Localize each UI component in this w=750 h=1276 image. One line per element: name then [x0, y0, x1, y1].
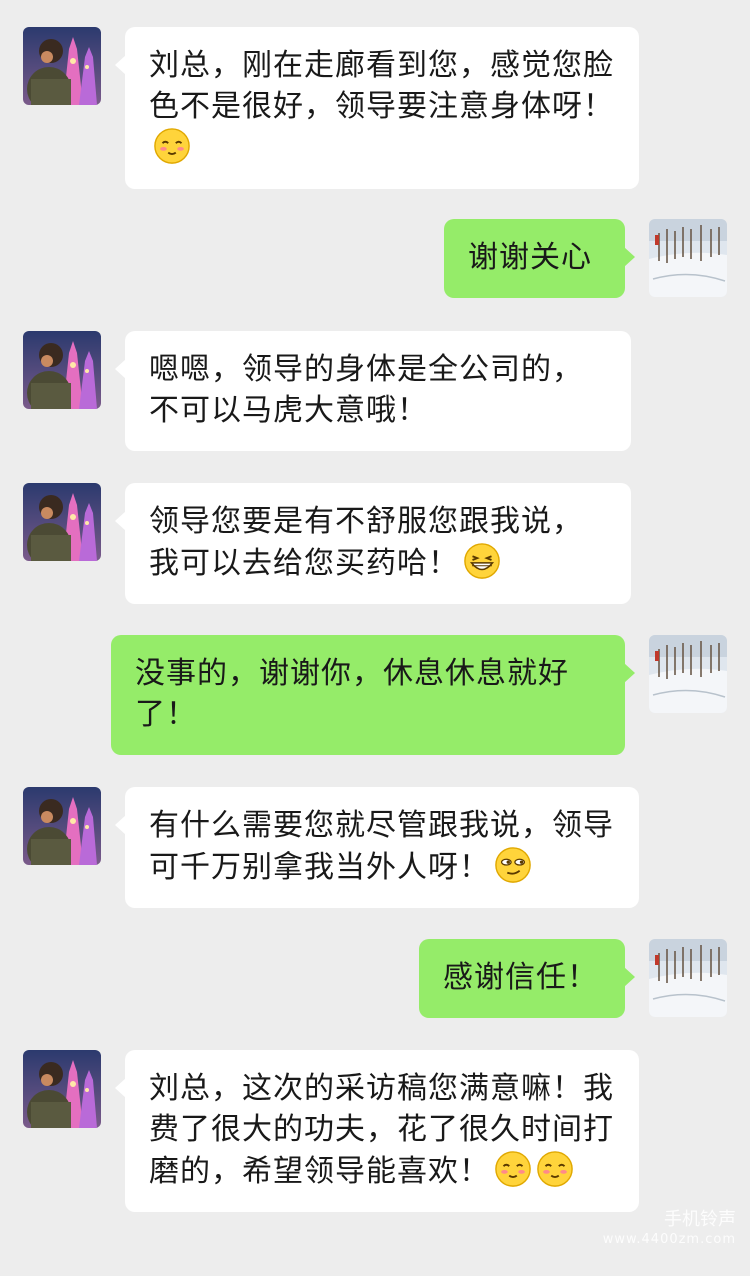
chat-thread: 刘总，刚在走廊看到您，感觉您脸色不是很好，领导要注意身体呀！ 谢谢关心 嗯嗯，领… — [0, 0, 750, 1276]
watermark-title: 手机铃声 — [664, 1209, 736, 1230]
smirk-emoji — [494, 846, 532, 884]
contact-avatar[interactable] — [23, 27, 101, 105]
blush-emoji — [536, 1150, 574, 1188]
blush-emoji — [153, 127, 191, 165]
self-avatar[interactable] — [649, 219, 727, 297]
incoming-message-bubble[interactable]: 有什么需要您就尽管跟我说，领导可千万别拿我当外人呀！ — [115, 787, 639, 908]
outgoing-message-bubble[interactable]: 没事的，谢谢你，休息休息就好了！ — [111, 635, 635, 755]
message-text: 刘总，刚在走廊看到您，感觉您脸色不是很好，领导要注意身体呀！ — [149, 48, 614, 124]
castle-photo-icon — [23, 1050, 101, 1128]
snow-landscape-photo-icon — [649, 635, 727, 713]
blush-emoji — [494, 1150, 532, 1188]
message-text: 感谢信任！ — [443, 960, 598, 995]
snow-landscape-photo-icon — [649, 219, 727, 297]
grin-emoji — [463, 542, 501, 580]
outgoing-message-bubble[interactable]: 感谢信任！ — [419, 939, 635, 1018]
message-text: 领导您要是有不舒服您跟我说，我可以去给您买药哈！ — [149, 504, 583, 581]
contact-avatar[interactable] — [23, 787, 101, 865]
site-watermark: 手机铃声 www.4400zm.com — [603, 1210, 736, 1250]
incoming-message-bubble[interactable]: 刘总，这次的采访稿您满意嘛！我费了很大的功夫，花了很久时间打磨的，希望领导能喜欢… — [115, 1050, 639, 1212]
castle-photo-icon — [23, 27, 101, 105]
message-text: 没事的，谢谢你，休息休息就好了！ — [135, 656, 569, 732]
watermark-url: www.4400zm.com — [602, 1232, 736, 1247]
snow-landscape-photo-icon — [649, 939, 727, 1017]
self-avatar[interactable] — [649, 635, 727, 713]
self-avatar[interactable] — [649, 939, 727, 1017]
message-text: 谢谢关心 — [468, 240, 592, 275]
contact-avatar[interactable] — [23, 331, 101, 409]
incoming-message-bubble[interactable]: 嗯嗯，领导的身体是全公司的，不可以马虎大意哦！ — [115, 331, 631, 451]
incoming-message-bubble[interactable]: 领导您要是有不舒服您跟我说，我可以去给您买药哈！ — [115, 483, 631, 604]
outgoing-message-bubble[interactable]: 谢谢关心 — [444, 219, 635, 298]
message-text: 有什么需要您就尽管跟我说，领导可千万别拿我当外人呀！ — [149, 808, 614, 885]
contact-avatar[interactable] — [23, 1050, 101, 1128]
castle-photo-icon — [23, 787, 101, 865]
contact-avatar[interactable] — [23, 483, 101, 561]
message-text: 嗯嗯，领导的身体是全公司的，不可以马虎大意哦！ — [149, 352, 583, 428]
castle-photo-icon — [23, 331, 101, 409]
incoming-message-bubble[interactable]: 刘总，刚在走廊看到您，感觉您脸色不是很好，领导要注意身体呀！ — [115, 27, 639, 189]
castle-photo-icon — [23, 483, 101, 561]
